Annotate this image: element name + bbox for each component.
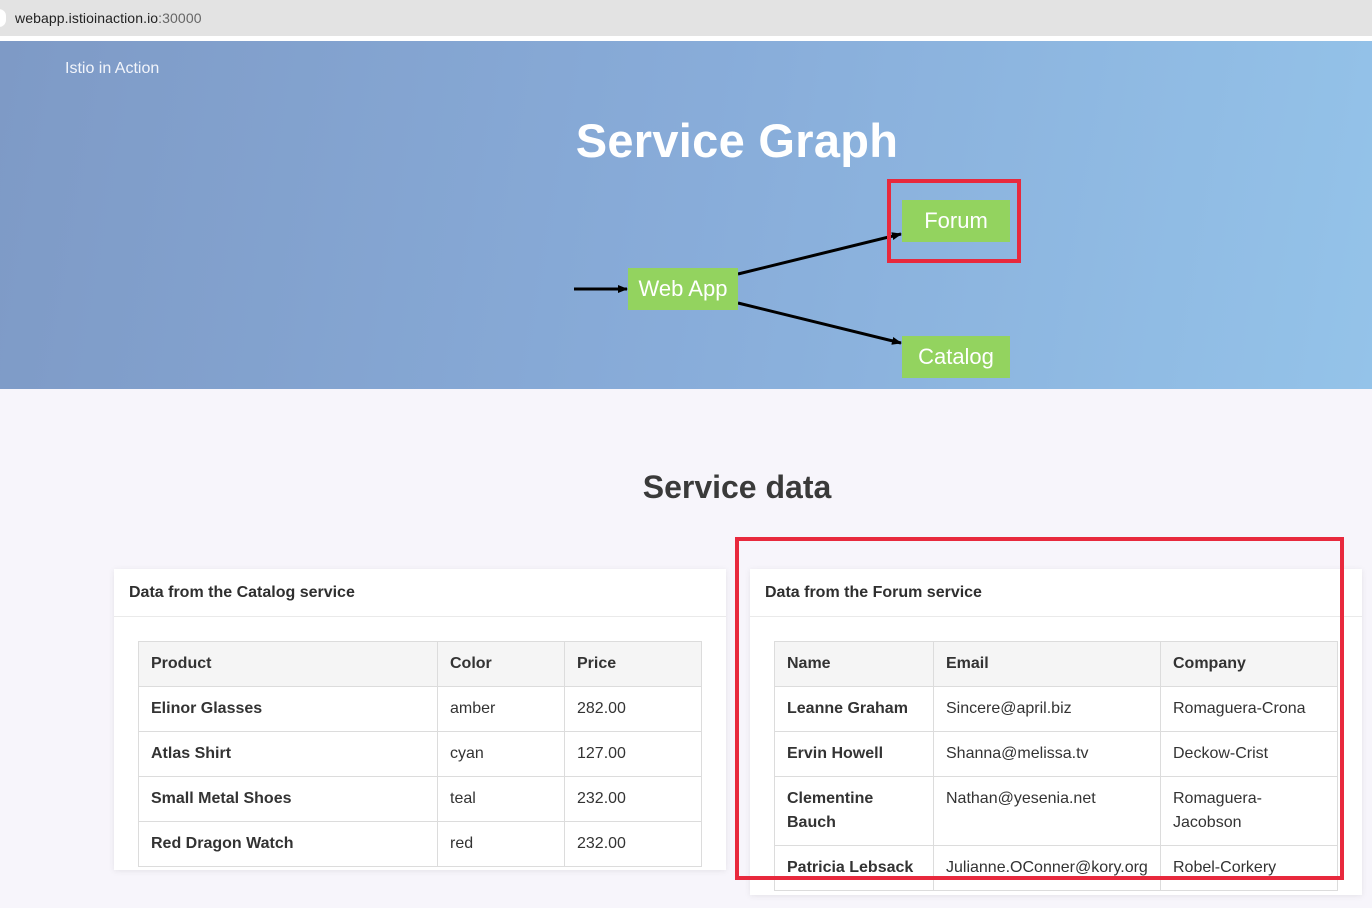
graph-node-webapp: Web App — [628, 268, 738, 310]
catalog-card-heading: Data from the Catalog service — [114, 569, 726, 617]
table-cell: 282.00 — [564, 686, 702, 732]
table-cell: amber — [437, 686, 565, 732]
table-cell: Atlas Shirt — [138, 731, 438, 777]
catalog-table: Product Color Price Elinor Glasses amber… — [138, 641, 702, 867]
url-host: webapp.istioinaction.io — [15, 10, 159, 26]
table-cell: cyan — [437, 731, 565, 777]
browser-address-bar[interactable]: webapp.istioinaction.io:30000 — [0, 0, 1372, 36]
catalog-card: Data from the Catalog service Product Co… — [114, 569, 726, 870]
table-row: Atlas Shirt cyan 127.00 — [138, 731, 702, 777]
table-cell: 232.00 — [564, 776, 702, 822]
table-cell: teal — [437, 776, 565, 822]
address-bar-edge — [0, 9, 6, 27]
service-data-title: Service data — [642, 469, 832, 505]
table-row: Small Metal Shoes teal 232.00 — [138, 776, 702, 822]
column-header: Color — [437, 641, 565, 687]
graph-node-catalog: Catalog — [902, 336, 1010, 378]
table-cell: red — [437, 821, 565, 867]
edge-webapp-to-forum — [737, 232, 902, 276]
url-port: :30000 — [158, 10, 202, 26]
column-header: Product — [138, 641, 438, 687]
table-row: Red Dragon Watch red 232.00 — [138, 821, 702, 867]
table-cell: Elinor Glasses — [138, 686, 438, 732]
column-header: Price — [564, 641, 702, 687]
table-row: Elinor Glasses amber 282.00 — [138, 686, 702, 732]
hero-banner: Istio in Action Service Graph Web App Fo… — [0, 41, 1372, 389]
forum-node-highlight — [887, 179, 1021, 263]
table-cell: 232.00 — [564, 821, 702, 867]
table-cell: 127.00 — [564, 731, 702, 777]
edge-webapp-to-catalog — [737, 301, 902, 345]
table-header-row: Product Color Price — [138, 641, 702, 687]
forum-card-highlight — [735, 537, 1344, 880]
table-cell: Red Dragon Watch — [138, 821, 438, 867]
table-cell: Small Metal Shoes — [138, 776, 438, 822]
service-graph-edges — [574, 232, 902, 345]
url-text[interactable]: webapp.istioinaction.io:30000 — [15, 10, 202, 26]
